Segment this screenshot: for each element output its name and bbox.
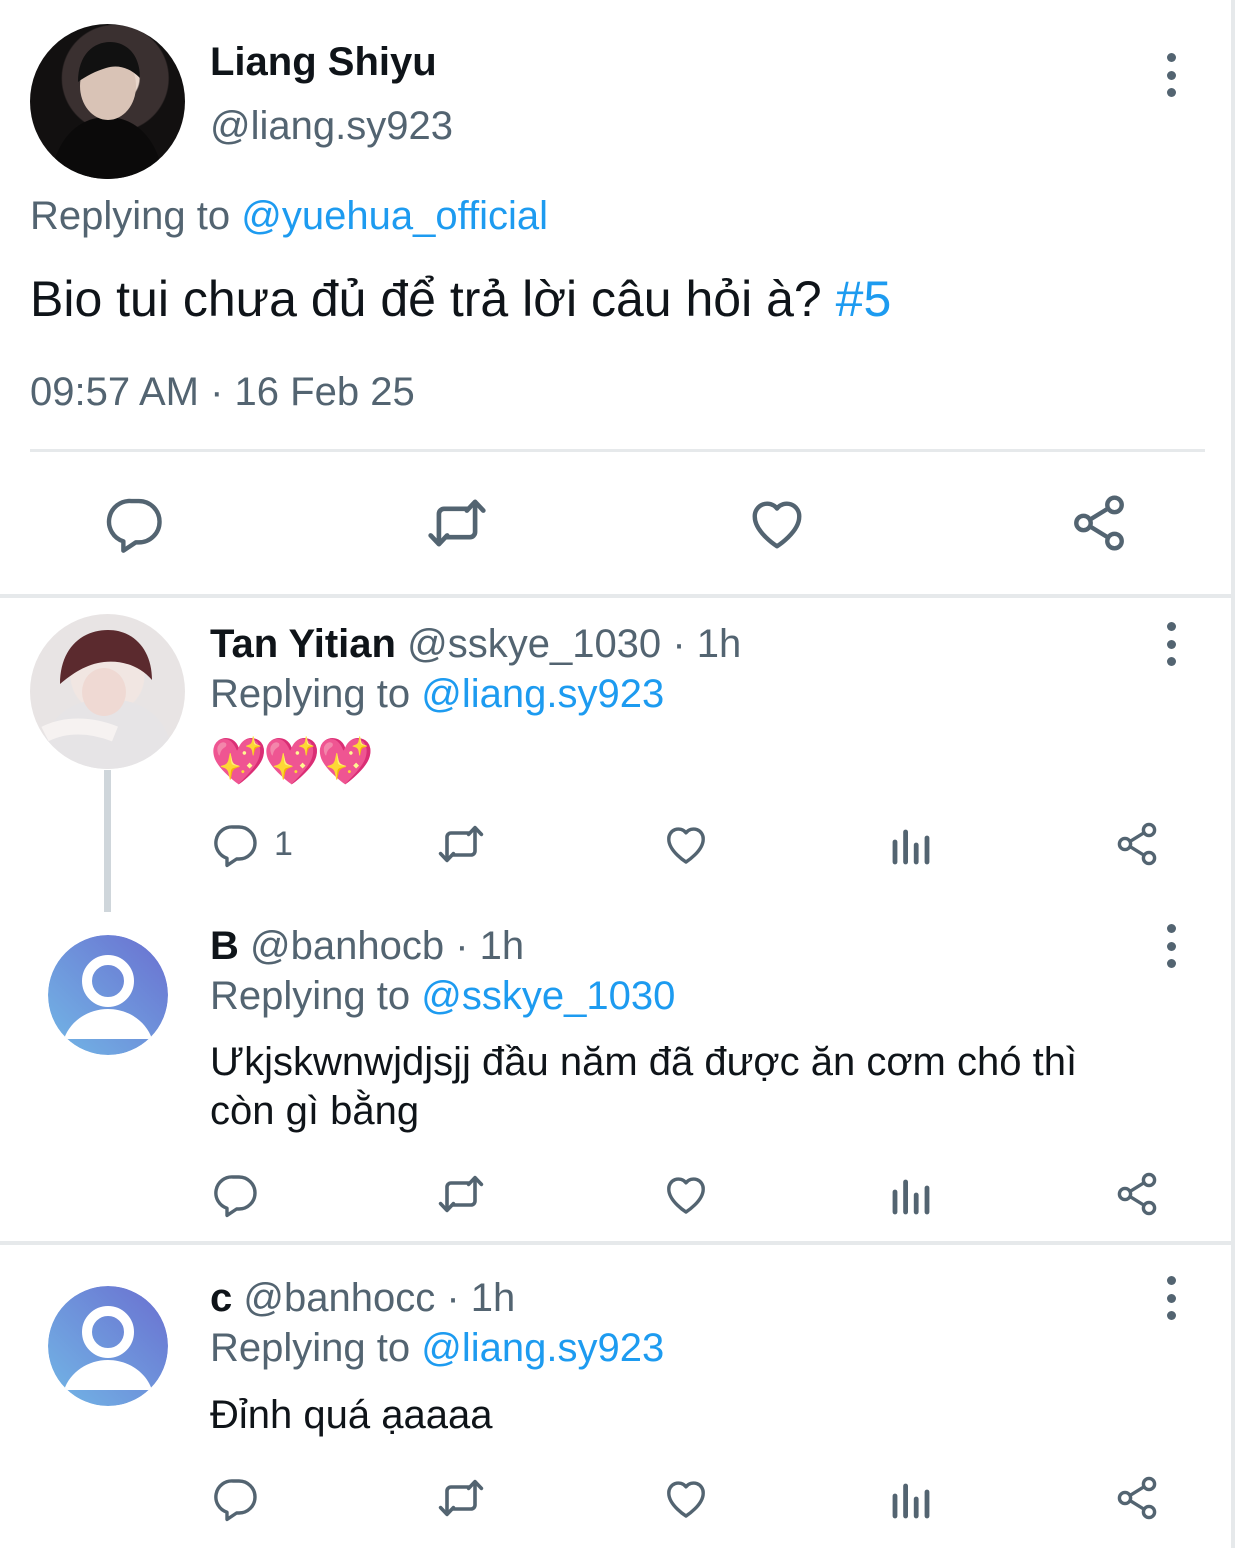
avatar-default[interactable] [48, 1286, 168, 1406]
default-avatar-icon [48, 1286, 168, 1406]
reply-button[interactable] [104, 492, 166, 554]
reply-header: B @banhocb · 1h [210, 924, 524, 969]
replying-to-link[interactable]: @sskye_1030 [421, 974, 675, 1018]
author-handle[interactable]: @banhocc [243, 1276, 435, 1320]
avatar-liang-shiyu[interactable] [30, 24, 185, 179]
share-button[interactable] [1113, 820, 1161, 868]
divider [30, 449, 1205, 452]
share-icon [1113, 1474, 1161, 1522]
reply-count: 1 [274, 824, 293, 863]
avatar-photo-icon [40, 630, 174, 769]
share-icon [1113, 1170, 1161, 1218]
share-button[interactable] [1113, 1170, 1161, 1218]
views-button[interactable] [887, 1474, 935, 1522]
more-options-icon[interactable] [1161, 622, 1181, 666]
avatar-default[interactable] [48, 935, 168, 1055]
views-stats-icon [887, 820, 935, 868]
retweet-icon [423, 492, 491, 554]
replying-to-line: Replying to @liang.sy923 [210, 1326, 664, 1371]
reply-text: Đỉnh quá ạaaaa [210, 1393, 493, 1437]
like-button[interactable] [662, 1170, 710, 1218]
more-options-icon[interactable] [1161, 924, 1181, 968]
right-edge-line [1231, 0, 1235, 1548]
like-button[interactable] [662, 820, 710, 868]
views-button[interactable] [887, 820, 935, 868]
reply-header: c @banhocc · 1h [210, 1276, 515, 1321]
like-icon [746, 492, 808, 554]
retweet-icon [434, 1474, 488, 1522]
author-handle[interactable]: @banhocb [250, 924, 444, 968]
avatar-photo-icon [50, 42, 164, 179]
replying-to-link[interactable]: @liang.sy923 [421, 1326, 664, 1370]
reply-button[interactable]: 1 [212, 820, 293, 868]
replying-prefix: Replying to [210, 1326, 411, 1370]
reply-time: · 1h [672, 622, 742, 666]
reply-text: 💖💖💖 [210, 735, 374, 787]
hashtag-link[interactable]: #5 [836, 271, 892, 327]
share-button[interactable] [1113, 1474, 1161, 1522]
reply-icon [212, 1474, 260, 1522]
retweet-icon [434, 1170, 488, 1218]
author-handle[interactable]: @sskye_1030 [407, 622, 661, 666]
reply-icon [212, 1170, 260, 1218]
author-name[interactable]: B [210, 924, 239, 968]
share-icon [1113, 820, 1161, 868]
replying-to-link[interactable]: @yuehua_official [241, 194, 548, 238]
default-avatar-icon [48, 935, 168, 1055]
reply-text-line-1: Ưkjskwnwjdjsjj đầu năm đã được ăn cơm ch… [210, 1040, 1078, 1084]
views-button[interactable] [887, 1170, 935, 1218]
retweet-icon [434, 820, 488, 868]
author-handle[interactable]: @liang.sy923 [210, 104, 453, 149]
more-options-icon[interactable] [1161, 1276, 1181, 1320]
retweet-button[interactable] [434, 1170, 488, 1218]
retweet-button[interactable] [434, 820, 488, 868]
more-options-icon[interactable] [1161, 53, 1181, 97]
like-icon [662, 1170, 710, 1218]
like-icon [662, 1474, 710, 1522]
retweet-button[interactable] [423, 492, 491, 554]
author-name[interactable]: c [210, 1276, 232, 1320]
thread-line [104, 770, 111, 912]
reply-time: · 1h [455, 924, 525, 968]
replying-prefix: Replying to [210, 974, 411, 1018]
reply-button[interactable] [212, 1170, 260, 1218]
replying-prefix: Replying to [30, 194, 231, 238]
reply-header: Tan Yitian @sskye_1030 · 1h [210, 622, 741, 667]
avatar-tan-yitian[interactable] [30, 614, 185, 769]
replying-to-line: Replying to @liang.sy923 [210, 672, 664, 717]
replying-to-line: Replying to @yuehua_official [30, 194, 548, 239]
section-divider [0, 594, 1235, 598]
replying-prefix: Replying to [210, 672, 411, 716]
tweet-text: Bio tui chưa đủ để trả lời câu hỏi à? #5 [30, 270, 891, 328]
section-divider [0, 1241, 1235, 1245]
like-button[interactable] [662, 1474, 710, 1522]
replying-to-link[interactable]: @liang.sy923 [421, 672, 664, 716]
tweet-body: Bio tui chưa đủ để trả lời câu hỏi à? [30, 271, 822, 327]
author-name[interactable]: Tan Yitian [210, 622, 396, 666]
tweet-timestamp: 09:57 AM · 16 Feb 25 [30, 370, 415, 414]
retweet-button[interactable] [434, 1474, 488, 1522]
views-stats-icon [887, 1170, 935, 1218]
reply-text-line-2: còn gì bằng [210, 1089, 420, 1133]
views-stats-icon [887, 1474, 935, 1522]
reply-time: · 1h [446, 1276, 516, 1320]
like-button[interactable] [746, 492, 808, 554]
reply-icon [104, 492, 166, 554]
reply-icon [212, 820, 260, 868]
like-icon [662, 820, 710, 868]
author-name[interactable]: Liang Shiyu [210, 40, 437, 85]
share-icon [1068, 492, 1130, 554]
share-button[interactable] [1068, 492, 1130, 554]
reply-button[interactable] [212, 1474, 260, 1522]
replying-to-line: Replying to @sskye_1030 [210, 974, 675, 1019]
